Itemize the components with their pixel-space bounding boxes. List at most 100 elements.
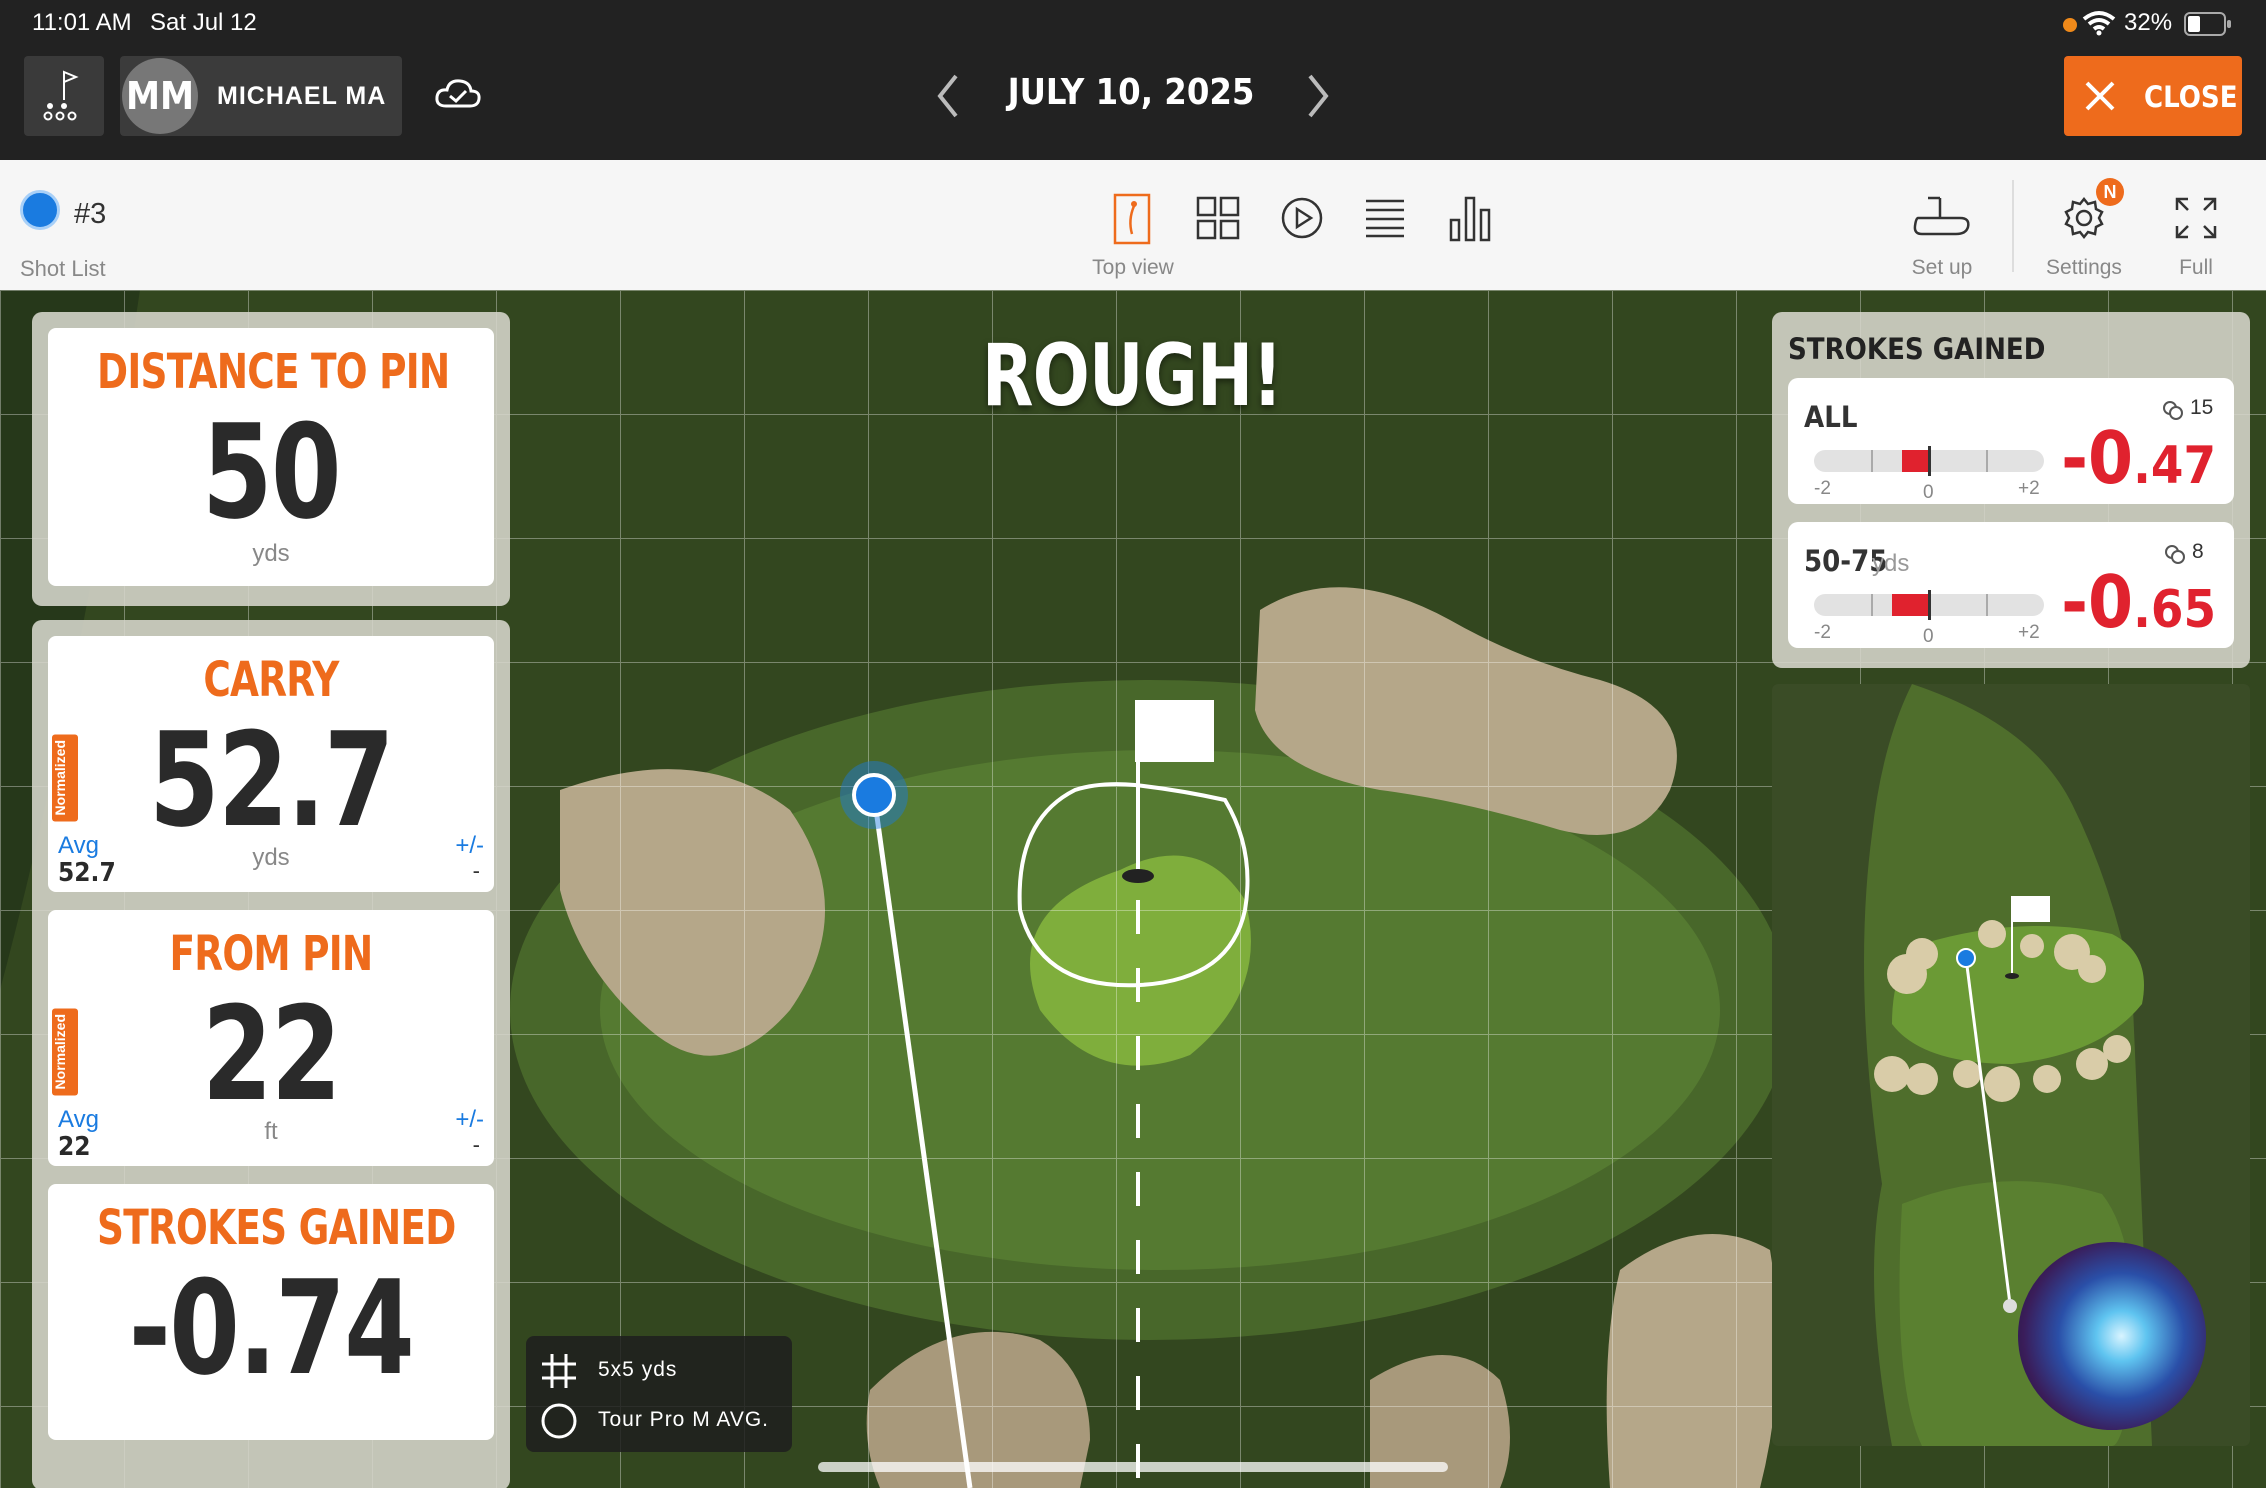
fullscreen-icon[interactable] xyxy=(2174,196,2218,240)
sg-value-int: -0 xyxy=(2061,560,2134,644)
sg-scale-min: -2 xyxy=(1814,478,1831,499)
close-icon xyxy=(2085,81,2115,111)
sg-scale-mid: 0 xyxy=(1923,482,1934,503)
chevron-right-icon[interactable] xyxy=(1304,72,1332,120)
from-pin-avg-value: 22 xyxy=(58,1132,91,1162)
settings-gear-icon[interactable] xyxy=(2062,196,2106,240)
sg-row-sublabel: yds xyxy=(1872,550,1910,577)
sg-scale-max: +2 xyxy=(2018,622,2040,643)
strokes-gained-panel: STROKES GAINED ALL 15 -2 0 +2 -0.47 50-7… xyxy=(1772,312,2250,668)
wifi-icon xyxy=(2082,11,2116,36)
home-indicator[interactable] xyxy=(818,1462,1448,1472)
current-date: JULY 10, 2025 xyxy=(1007,72,1255,113)
grid-hash-icon xyxy=(542,1354,576,1388)
carry-card[interactable]: CARRY Normalized 52.7 yds Avg 52.7 +/- - xyxy=(48,636,494,892)
setup-label[interactable]: Set up xyxy=(1900,256,1984,280)
status-bar: 11:01 AM Sat Jul 12 32% xyxy=(0,0,2266,48)
play-icon[interactable] xyxy=(1280,196,1324,240)
sg-bar-fill xyxy=(1901,450,1929,472)
carry-value: 52.7 xyxy=(149,704,395,856)
setup-icon[interactable] xyxy=(1912,194,1972,240)
list-icon[interactable] xyxy=(1364,198,1406,238)
legend-circle-label: Tour Pro M AVG. xyxy=(598,1408,769,1431)
distance-to-pin-card: DISTANCE TO PIN 50 yds xyxy=(48,328,494,586)
full-label[interactable]: Full xyxy=(2160,256,2232,280)
settings-label[interactable]: Settings xyxy=(2036,256,2132,280)
carry-pm-value: - xyxy=(472,858,480,883)
battery-icon xyxy=(2184,12,2231,36)
carry-pm-label: +/- xyxy=(455,832,484,859)
top-view-icon[interactable] xyxy=(1112,192,1152,246)
top-view-map[interactable]: ROUGH! DISTANCE TO PIN 50 yds CARRY Norm… xyxy=(0,290,2266,1488)
sg-value-dec: .65 xyxy=(2133,580,2216,640)
stats-panel: CARRY Normalized 52.7 yds Avg 52.7 +/- -… xyxy=(32,620,510,1488)
distance-to-pin-unit: yds xyxy=(252,540,290,567)
settings-badge: N xyxy=(2096,178,2124,206)
shot-list-label[interactable]: Shot List xyxy=(20,256,106,282)
user-name: MICHAEL MA xyxy=(217,82,387,110)
from-pin-value: 22 xyxy=(201,978,342,1130)
sg-bar-zero-line xyxy=(1928,446,1931,476)
sg-bar-track xyxy=(1814,590,2044,620)
sg-value-int: -0 xyxy=(2061,416,2134,500)
recording-dot-icon xyxy=(2063,18,2077,32)
siri-orb-icon[interactable] xyxy=(2018,1242,2206,1430)
grid-view-icon[interactable] xyxy=(1196,196,1240,240)
from-pin-avg-label: Avg xyxy=(58,1106,99,1133)
from-pin-title: FROM PIN xyxy=(169,926,374,982)
circle-outline-icon xyxy=(541,1403,577,1439)
sg-row-50-75[interactable]: 50-75 yds 8 -2 0 +2 -0.65 xyxy=(1788,522,2234,648)
legend-grid-label: 5x5 yds xyxy=(598,1358,678,1381)
status-date: Sat Jul 12 xyxy=(150,9,257,36)
distance-to-pin-value: 50 xyxy=(201,396,342,548)
top-view-label[interactable]: Top view xyxy=(1090,256,1176,280)
shot-number[interactable]: #3 xyxy=(74,198,106,231)
top-bar: MM MICHAEL MA JULY 10, 2025 CLOSE xyxy=(0,48,2266,160)
sg-bar-track xyxy=(1814,446,2044,476)
sg-bar-tick xyxy=(1986,450,1988,472)
strokes-gained-card[interactable]: STROKES GAINED -0.74 xyxy=(48,1184,494,1440)
carry-title: CARRY xyxy=(203,652,339,708)
close-button[interactable]: CLOSE xyxy=(2064,56,2242,136)
sg-row-label: ALL xyxy=(1804,400,1858,434)
sg-row-value: -0.65 xyxy=(2061,560,2216,644)
sg-bar-tick xyxy=(1871,450,1873,472)
sg-bar-zero-line xyxy=(1928,590,1931,620)
map-legend: 5x5 yds Tour Pro M AVG. xyxy=(526,1336,792,1452)
chevron-left-icon[interactable] xyxy=(934,72,962,120)
sg-bar-tick xyxy=(1986,594,1988,616)
from-pin-pm-label: +/- xyxy=(455,1106,484,1133)
from-pin-unit: ft xyxy=(264,1118,278,1145)
sg-panel-title: STROKES GAINED xyxy=(1788,332,2046,366)
sg-scale-max: +2 xyxy=(2018,478,2040,499)
close-label: CLOSE xyxy=(2144,80,2238,114)
carry-avg-value: 52.7 xyxy=(58,858,116,888)
course-button[interactable] xyxy=(24,56,104,136)
strokes-gained-value: -0.74 xyxy=(128,1252,415,1404)
shot-color-dot-icon[interactable] xyxy=(20,190,60,230)
sg-scale-min: -2 xyxy=(1814,622,1831,643)
sg-row-all[interactable]: ALL 15 -2 0 +2 -0.47 xyxy=(1788,378,2234,504)
from-pin-normalized-tag: Normalized xyxy=(52,1008,78,1096)
distance-to-pin-title: DISTANCE TO PIN xyxy=(97,344,450,400)
avatar: MM xyxy=(122,58,198,134)
sg-row-value: -0.47 xyxy=(2061,416,2216,500)
sg-bar-fill xyxy=(1891,594,1929,616)
user-chip[interactable]: MM MICHAEL MA xyxy=(120,56,402,136)
sg-scale-mid: 0 xyxy=(1923,626,1934,647)
cloud-sync-icon[interactable] xyxy=(434,76,482,112)
shot-result-banner: ROUGH! xyxy=(981,326,1283,426)
from-pin-card[interactable]: FROM PIN Normalized 22 ft Avg 22 +/- - xyxy=(48,910,494,1166)
battery-percent: 32% xyxy=(2124,9,2173,36)
status-time: 11:01 AM xyxy=(32,9,132,36)
sg-value-dec: .47 xyxy=(2133,436,2216,496)
from-pin-pm-value: - xyxy=(472,1132,480,1157)
carry-normalized-tag: Normalized xyxy=(52,734,78,822)
toolbar: #3 Shot List Top view Set up N Settings xyxy=(0,160,2266,292)
flag-balls-icon xyxy=(43,70,79,121)
carry-avg-label: Avg xyxy=(58,832,99,859)
sg-bar-tick xyxy=(1871,594,1873,616)
bar-chart-icon[interactable] xyxy=(1448,194,1492,242)
strokes-gained-title: STROKES GAINED xyxy=(97,1200,456,1256)
distance-to-pin-panel: DISTANCE TO PIN 50 yds xyxy=(32,312,510,606)
